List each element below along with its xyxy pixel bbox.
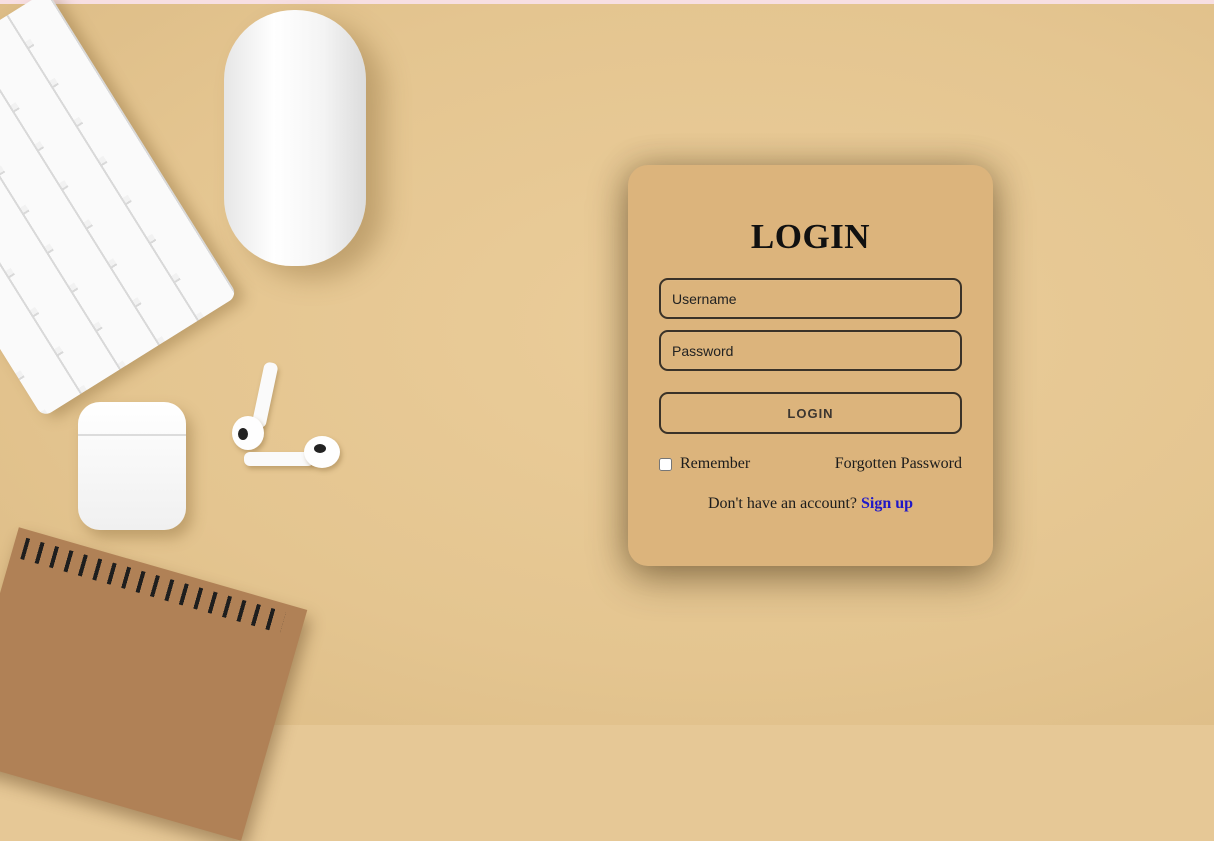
notebook-rings [20,537,286,634]
signup-line: Don't have an account? Sign up [628,495,993,513]
background-desk-image [0,0,1214,841]
login-card: LOGIN LOGIN Remember Forgotten Password … [628,165,993,566]
password-input[interactable] [659,330,962,371]
earbud-head-1 [232,416,264,450]
mouse-decoration [224,10,366,266]
notebook-decoration [0,527,308,841]
username-input[interactable] [659,278,962,319]
keyboard-decoration [0,0,238,418]
earbud-speaker-1 [238,428,248,440]
earbud-speaker-2 [314,444,326,453]
forgotten-password-link[interactable]: Forgotten Password [835,455,962,473]
login-button[interactable]: LOGIN [659,392,962,434]
earbuds-case-decoration [78,402,186,530]
signup-link[interactable]: Sign up [861,495,913,512]
remember-checkbox[interactable] [659,457,672,471]
signup-prompt: Don't have an account? [707,495,857,512]
remember-label: Remember [680,455,751,472]
case-lid-line [78,434,186,436]
remember-row: Remember [659,455,750,473]
login-title: LOGIN [750,217,871,256]
